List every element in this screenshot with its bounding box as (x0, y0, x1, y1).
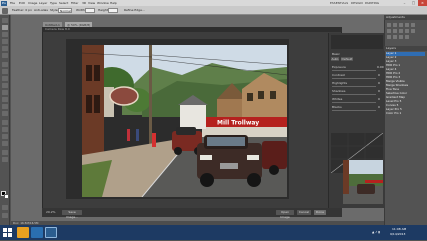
windows-logo-icon (3, 228, 12, 237)
exposure-slider[interactable] (332, 70, 376, 71)
levels-icon[interactable] (393, 23, 397, 27)
invert-icon[interactable] (387, 35, 391, 39)
file-explorer-icon[interactable] (17, 227, 29, 238)
blacks-slider[interactable] (332, 110, 376, 111)
eyedropper-tool-icon[interactable] (2, 53, 8, 58)
antialias-checkbox[interactable]: Anti-alias (34, 8, 48, 13)
done-button[interactable]: Done (314, 210, 326, 215)
navigator-thumbnail-graphic (343, 160, 383, 204)
clock-date[interactable]: 9/14/2013 (390, 232, 405, 237)
gradient-tool-icon[interactable] (2, 97, 8, 102)
brush-tool-icon[interactable] (2, 69, 8, 74)
adjustments-panel-header[interactable]: Adjustments (384, 15, 427, 20)
photoshop-taskbar-icon[interactable] (45, 227, 57, 238)
black-white-icon[interactable] (399, 29, 403, 33)
zoom-level[interactable]: 29.2% (46, 210, 56, 214)
slider-label-whites: Whites (332, 97, 343, 101)
exposure-value[interactable]: 0.00 (377, 65, 384, 69)
save-image-button[interactable]: Save Image... (62, 210, 82, 219)
default-button[interactable]: Default (341, 57, 353, 61)
options-bar: Feather: 0 px Anti-alias Style: Normal W… (0, 6, 427, 15)
move-tool-icon[interactable] (2, 18, 8, 23)
trolley-sign-text: Mill Trollway (217, 120, 259, 127)
dialog-title: Camera Raw 8.0 (42, 27, 342, 32)
zoom-tool-icon[interactable] (2, 157, 8, 162)
threshold-icon[interactable] (399, 35, 403, 39)
photo-filter-icon[interactable] (405, 29, 409, 33)
slider-label-contrast: Contrast (332, 73, 345, 77)
slider-label-shadows: Shadows (332, 89, 346, 93)
navigator-thumbnail[interactable] (343, 160, 383, 204)
slider-label-blacks: Blacks (332, 105, 342, 109)
brightness-icon[interactable] (387, 23, 391, 27)
highlights-value[interactable]: 0 (378, 81, 380, 85)
taskbar: ▲ ♪ ▮ 11:08 AM 9/14/2013 (0, 225, 427, 240)
hand-tool-icon[interactable] (2, 150, 8, 155)
posterize-icon[interactable] (393, 35, 397, 39)
vibrance-icon[interactable] (411, 23, 415, 27)
internet-explorer-icon[interactable] (31, 227, 43, 238)
contrast-value[interactable]: 0 (378, 73, 380, 77)
shadows-slider[interactable] (332, 94, 376, 95)
feather-label: Feather: 0 px (12, 8, 32, 12)
shape-tool-icon[interactable] (2, 141, 8, 146)
shadows-value[interactable]: 0 (378, 89, 380, 93)
type-tool-icon[interactable] (2, 127, 8, 132)
whites-value[interactable]: 0 (378, 97, 380, 101)
channel-mixer-icon[interactable] (411, 29, 415, 33)
quick-mask-icon[interactable] (2, 205, 8, 210)
style-select[interactable]: Normal (58, 8, 72, 13)
start-button[interactable] (0, 225, 15, 240)
gradient-map-icon[interactable] (405, 35, 409, 39)
system-tray-icons[interactable]: ▲ ♪ ▮ (372, 225, 380, 240)
screen-mode-icon[interactable] (2, 213, 8, 218)
marquee-tool-icon[interactable] (2, 25, 8, 30)
width-field[interactable] (85, 8, 95, 13)
quick-select-tool-icon[interactable] (2, 39, 8, 44)
cancel-button[interactable]: Cancel (297, 210, 311, 215)
hue-sat-icon[interactable] (387, 29, 391, 33)
photoshop-logo: Ps (1, 0, 7, 6)
slider-label-exposure: Exposure (332, 65, 346, 69)
highlights-slider[interactable] (332, 86, 376, 87)
history-brush-tool-icon[interactable] (2, 83, 8, 88)
blacks-value[interactable]: 0 (378, 105, 380, 109)
dodge-tool-icon[interactable] (2, 111, 8, 116)
refine-edge-button[interactable]: Refine Edge... (124, 8, 145, 13)
height-field[interactable] (108, 8, 118, 13)
contrast-slider[interactable] (332, 78, 376, 79)
path-select-tool-icon[interactable] (2, 134, 8, 139)
lasso-tool-icon[interactable] (2, 32, 8, 37)
background-color-swatch[interactable] (3, 193, 9, 199)
exposure-icon[interactable] (405, 23, 409, 27)
marquee-tool-icon[interactable] (2, 7, 8, 14)
photo-graphic: Mill Trollway (82, 45, 287, 197)
tools-panel (0, 15, 10, 225)
color-balance-icon[interactable] (393, 29, 397, 33)
street-photo[interactable]: Mill Trollway (82, 45, 287, 197)
histogram (331, 35, 383, 49)
slider-label-highlights: Highlights (332, 81, 348, 85)
eraser-tool-icon[interactable] (2, 90, 8, 95)
clone-stamp-tool-icon[interactable] (2, 76, 8, 81)
layer-item[interactable]: Color Pro 1 (386, 111, 425, 116)
whites-slider[interactable] (332, 102, 376, 103)
healing-tool-icon[interactable] (2, 62, 8, 67)
adjustments-icons (386, 22, 425, 44)
panel-title: Basic (332, 52, 340, 56)
open-image-button[interactable]: Open Image (276, 210, 294, 219)
curves-icon[interactable] (399, 23, 403, 27)
crop-tool-icon[interactable] (2, 46, 8, 51)
auto-button[interactable]: Auto (331, 57, 339, 61)
blur-tool-icon[interactable] (2, 104, 8, 109)
pen-tool-icon[interactable] (2, 120, 8, 125)
